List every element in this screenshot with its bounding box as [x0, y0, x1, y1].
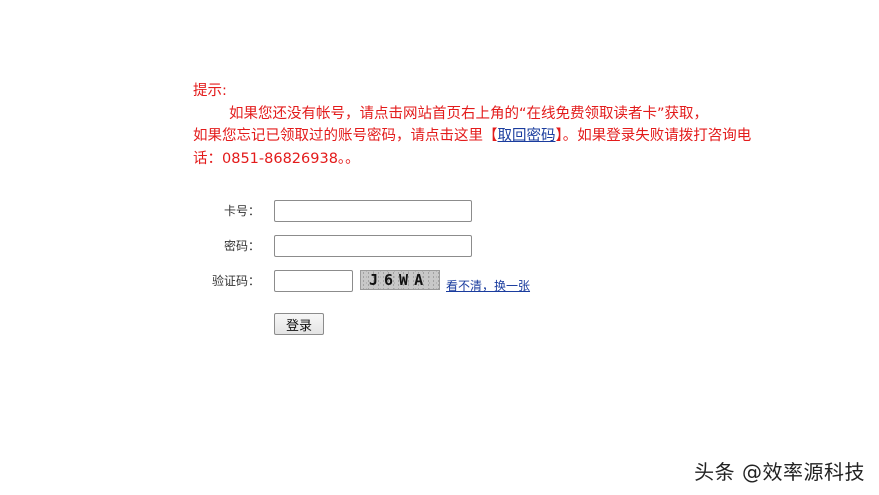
- notice-line-2: 如果您忘记已领取过的账号密码，请点击这里【取回密码】。如果登录失败请拨打咨询电话…: [193, 125, 773, 170]
- password-label: 密码：: [224, 239, 261, 253]
- card-number-label: 卡号：: [224, 204, 261, 218]
- bracket-open: 【: [483, 128, 498, 144]
- notice-line-2-text: 如果您忘记已领取过的账号密码，请点击这里: [193, 128, 483, 144]
- card-number-input[interactable]: [274, 200, 472, 222]
- bracket-close: 】: [555, 128, 563, 144]
- notice-title: 提示:: [193, 83, 227, 99]
- captcha-image[interactable]: J6WA: [360, 270, 440, 290]
- login-notice: 提示: 如果您还没有帐号，请点击网站首页右上角的“在线免费领取读者卡”获取， 如…: [193, 80, 773, 170]
- refresh-captcha-link[interactable]: 看不清，换一张: [446, 277, 530, 294]
- recover-password-link[interactable]: 取回密码: [498, 128, 556, 144]
- password-input[interactable]: [274, 235, 472, 257]
- notice-line-1: 如果您还没有帐号，请点击网站首页右上角的“在线免费领取读者卡”获取，: [229, 105, 709, 122]
- captcha-label: 验证码：: [212, 274, 261, 288]
- login-button[interactable]: 登录: [274, 313, 324, 335]
- watermark: 头条 @效率源科技: [694, 460, 865, 484]
- captcha-input[interactable]: [274, 270, 353, 292]
